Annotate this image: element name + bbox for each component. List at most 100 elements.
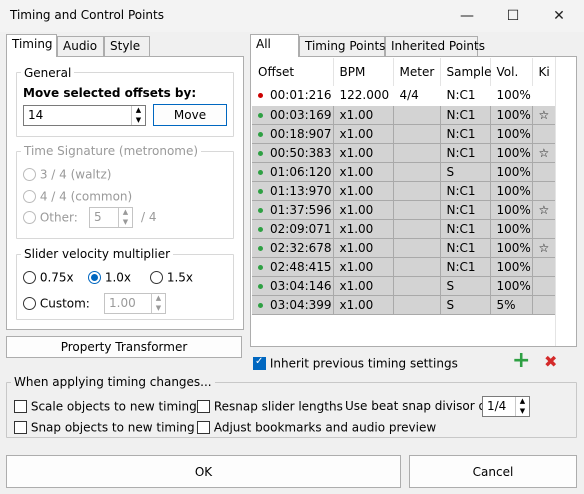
- sv-option-custom[interactable]: Custom:: [23, 296, 90, 311]
- common-radio[interactable]: [23, 190, 36, 203]
- bookmarks-option[interactable]: Adjust bookmarks and audio preview: [197, 420, 436, 435]
- table-row[interactable]: 02:09:071 x1.00 N:C1 100%: [252, 219, 556, 239]
- tab-inherited-points[interactable]: Inherited Points: [385, 36, 485, 57]
- spin-up-icon[interactable]: ▲: [516, 397, 529, 407]
- add-point-icon[interactable]: +: [512, 350, 530, 372]
- volume-cell: 100%: [490, 238, 533, 258]
- close-button[interactable]: ✕: [536, 0, 582, 32]
- scale-checkbox[interactable]: [14, 400, 27, 413]
- sv-option-075[interactable]: 0.75x: [23, 270, 74, 285]
- table-row[interactable]: 00:50:383 x1.00 N:C1 100% ☆: [252, 143, 556, 163]
- tab-timing-points[interactable]: Timing Points: [299, 36, 385, 57]
- snap-checkbox[interactable]: [14, 421, 27, 434]
- property-transformer-button[interactable]: Property Transformer: [6, 336, 242, 358]
- bpm-cell-text: x1.00: [339, 107, 374, 122]
- move-button[interactable]: Move: [153, 104, 227, 126]
- kiai-cell: [532, 181, 556, 201]
- tab-timing[interactable]: Timing: [6, 34, 57, 57]
- sv-option-10[interactable]: 1.0x: [88, 270, 131, 285]
- column-header-kiai[interactable]: Ki: [532, 58, 556, 86]
- bpm-cell-text: x1.00: [339, 126, 374, 141]
- custom-sv-spinbox[interactable]: 1.00 ▲ ▼: [104, 293, 166, 314]
- table-row[interactable]: 00:03:169 x1.00 N:C1 100% ☆: [252, 105, 556, 125]
- other-spin-buttons[interactable]: ▲ ▼: [118, 208, 132, 227]
- column-header-sample[interactable]: Sample: [440, 58, 492, 86]
- sample-cell: N:C1: [440, 143, 491, 163]
- spin-down-icon[interactable]: ▼: [152, 304, 165, 314]
- spin-down-icon[interactable]: ▼: [132, 116, 145, 126]
- common-label: 4 / 4 (common): [39, 189, 133, 204]
- other-spinbox[interactable]: 5 ▲ ▼: [89, 207, 133, 228]
- sv-radio-15[interactable]: [150, 271, 163, 284]
- other-value[interactable]: 5: [90, 208, 118, 227]
- cancel-button[interactable]: Cancel: [409, 455, 577, 488]
- minimize-button[interactable]: —: [444, 0, 490, 32]
- inherit-checkbox[interactable]: [253, 356, 266, 370]
- sample-cell-text: N:C1: [446, 183, 476, 198]
- column-header-offset[interactable]: Offset: [252, 58, 334, 86]
- sv-option-15[interactable]: 1.5x: [150, 270, 193, 285]
- other-option[interactable]: Other:: [23, 210, 78, 225]
- bpm-cell: x1.00: [333, 276, 394, 296]
- sv-radio-10[interactable]: [88, 271, 101, 284]
- kiai-cell-text: ☆: [538, 240, 550, 255]
- beat-snap-spinbox[interactable]: 1/4 ▲ ▼: [482, 396, 530, 417]
- column-header-volume[interactable]: Vol.: [490, 58, 533, 86]
- waltz-radio[interactable]: [23, 168, 36, 181]
- resnap-checkbox[interactable]: [197, 400, 210, 413]
- tab-all[interactable]: All: [250, 34, 299, 57]
- table-row[interactable]: 02:48:415 x1.00 N:C1 100%: [252, 257, 556, 277]
- spin-up-icon[interactable]: ▲: [152, 294, 165, 304]
- spin-down-icon[interactable]: ▼: [119, 218, 132, 228]
- bpm-cell-text: x1.00: [339, 164, 374, 179]
- inherit-option[interactable]: Inherit previous timing settings: [253, 356, 458, 371]
- scale-option[interactable]: Scale objects to new timing: [14, 399, 197, 414]
- tab-style[interactable]: Style: [104, 36, 150, 57]
- kiai-cell: [532, 124, 556, 144]
- sv-radio-custom[interactable]: [23, 297, 36, 310]
- beat-snap-spin-buttons[interactable]: ▲ ▼: [515, 397, 529, 416]
- offset-spin-buttons[interactable]: ▲ ▼: [131, 106, 145, 125]
- offset-cell: 02:09:071: [252, 219, 334, 239]
- column-header-bpm[interactable]: BPM: [333, 58, 394, 86]
- delete-point-icon[interactable]: ✖: [544, 353, 557, 371]
- bookmarks-checkbox[interactable]: [197, 421, 210, 434]
- resnap-option[interactable]: Resnap slider lengths: [197, 399, 343, 414]
- column-header-meter[interactable]: Meter: [393, 58, 441, 86]
- spin-up-icon[interactable]: ▲: [132, 106, 145, 116]
- offset-spinbox[interactable]: 14 ▲ ▼: [23, 105, 146, 126]
- bookmarks-label: Adjust bookmarks and audio preview: [213, 420, 437, 435]
- table-row[interactable]: 03:04:399 x1.00 S 5%: [252, 295, 556, 315]
- beat-snap-value[interactable]: 1/4: [483, 397, 515, 416]
- snap-option[interactable]: Snap objects to new timing: [14, 420, 195, 435]
- table-row[interactable]: 00:18:907 x1.00 N:C1 100%: [252, 124, 556, 144]
- volume-cell-text: 100%: [496, 240, 531, 255]
- inherited-point-dot-icon: [258, 226, 263, 232]
- common-option[interactable]: 4 / 4 (common): [23, 189, 132, 204]
- maximize-button[interactable]: ☐: [490, 0, 536, 32]
- volume-cell: 100%: [490, 105, 533, 125]
- table-row[interactable]: 01:06:120 x1.00 S 100%: [252, 162, 556, 182]
- sv-radio-075[interactable]: [23, 271, 36, 284]
- table-row[interactable]: 01:13:970 x1.00 N:C1 100%: [252, 181, 556, 201]
- table-row[interactable]: 02:32:678 x1.00 N:C1 100% ☆: [252, 238, 556, 258]
- tab-audio[interactable]: Audio: [57, 36, 104, 57]
- waltz-option[interactable]: 3 / 4 (waltz): [23, 167, 111, 182]
- table-row[interactable]: 03:04:146 x1.00 S 100%: [252, 276, 556, 296]
- custom-sv-spin-buttons[interactable]: ▲ ▼: [151, 294, 165, 313]
- timing-points-table: Offset BPM Meter Sample Vol. Ki 00:01:21…: [252, 58, 556, 315]
- spin-down-icon[interactable]: ▼: [516, 407, 529, 417]
- table-row[interactable]: 01:37:596 x1.00 N:C1 100% ☆: [252, 200, 556, 220]
- bpm-cell-text: x1.00: [339, 259, 374, 274]
- other-radio[interactable]: [23, 211, 36, 224]
- table-row[interactable]: 00:01:216 122.000 4/4 N:C1 100%: [252, 86, 556, 106]
- offset-input[interactable]: 14: [24, 106, 131, 125]
- custom-sv-value[interactable]: 1.00: [105, 294, 151, 313]
- ok-button[interactable]: OK: [6, 455, 401, 488]
- offset-cell-text: 02:48:415: [270, 259, 332, 274]
- offset-cell-text: 02:32:678: [270, 240, 332, 255]
- volume-cell-text: 100%: [496, 107, 531, 122]
- bpm-cell-text: x1.00: [339, 278, 374, 293]
- spin-up-icon[interactable]: ▲: [119, 208, 132, 218]
- offset-cell-text: 01:06:120: [270, 164, 332, 179]
